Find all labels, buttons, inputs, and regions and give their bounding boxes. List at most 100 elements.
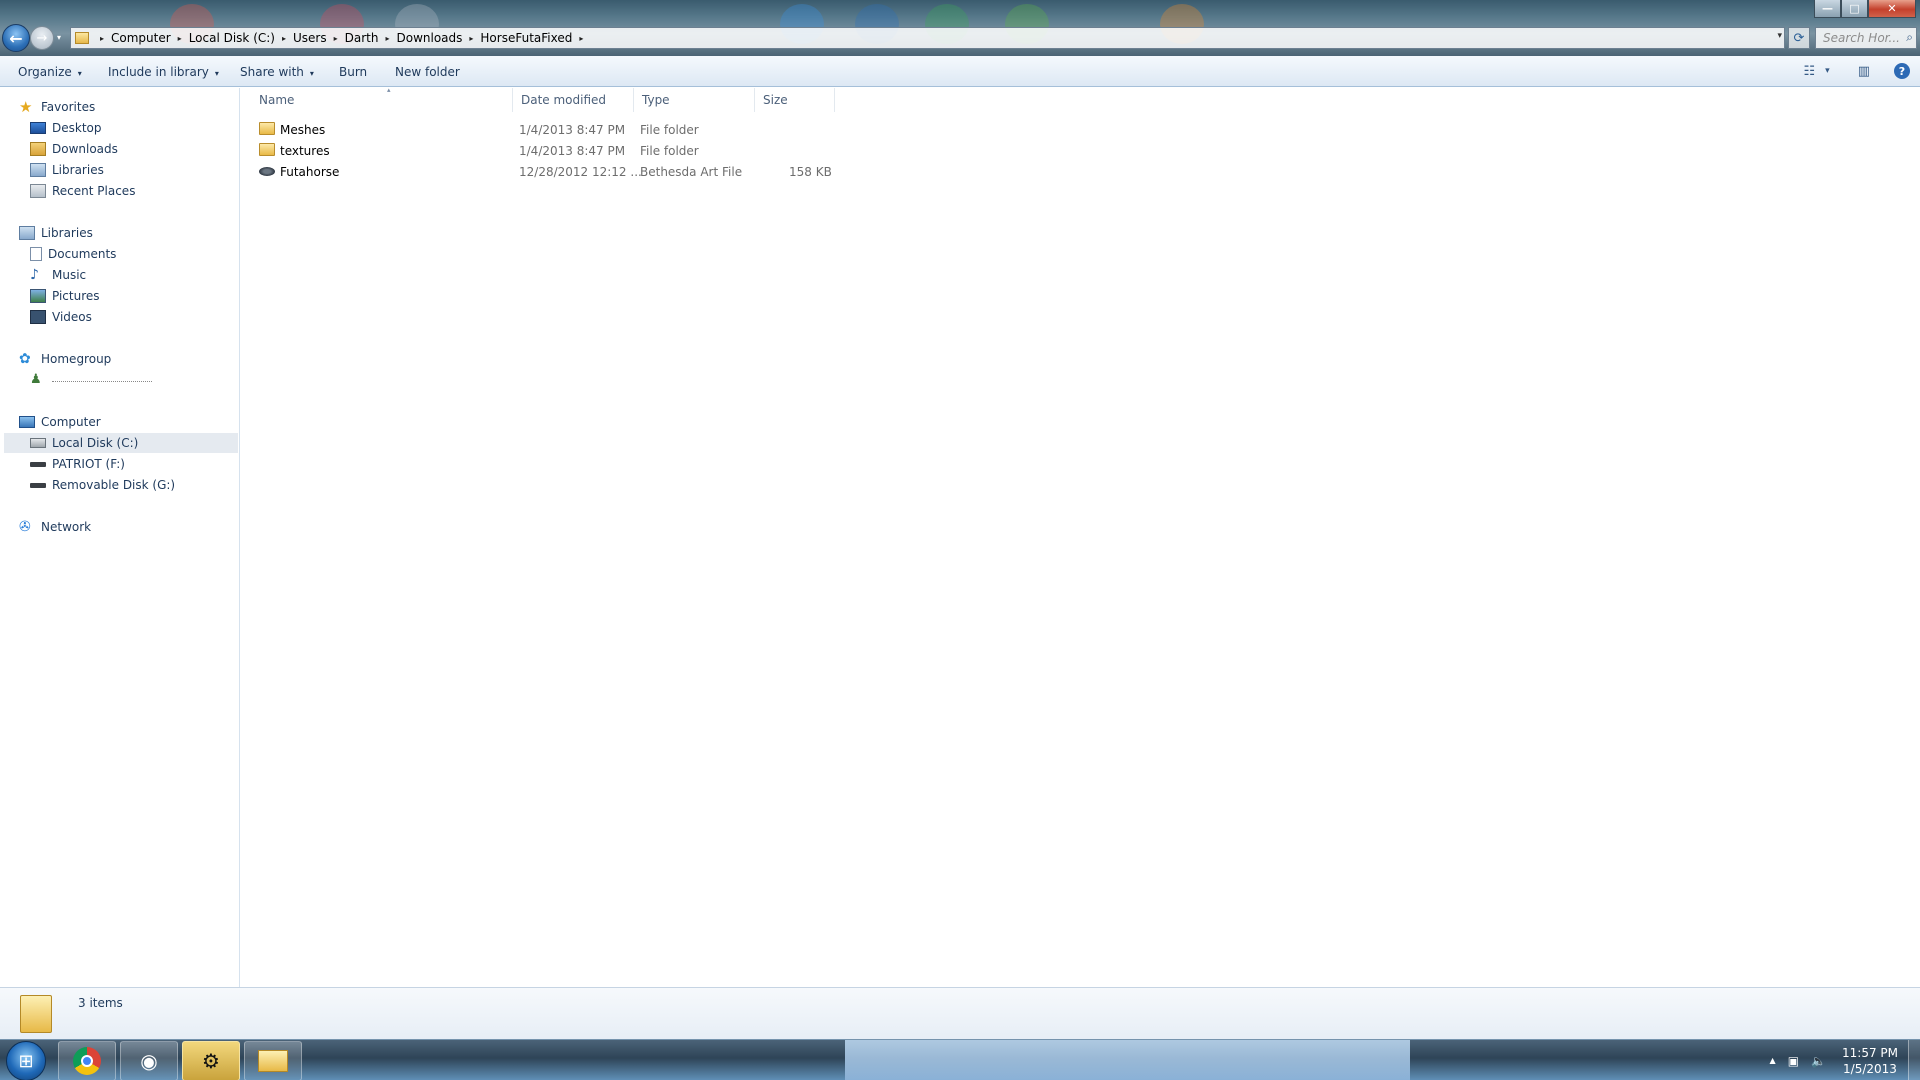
change-view-icon[interactable]: ☷ — [1804, 64, 1816, 79]
clock[interactable]: 11:57 PM 1/5/2013 — [1842, 1045, 1898, 1077]
network-icon: ✇ — [19, 519, 31, 535]
maximize-button[interactable]: □ — [1841, 0, 1868, 18]
nav-downloads[interactable]: Downloads — [30, 139, 118, 159]
new-folder-button[interactable]: New folder — [395, 65, 460, 79]
nif-file-icon — [259, 167, 275, 176]
hard-drive-icon — [30, 438, 46, 448]
show-desktop-button[interactable] — [1908, 1040, 1920, 1080]
forward-button[interactable]: → — [30, 26, 54, 50]
back-button[interactable]: ← — [2, 24, 30, 52]
help-icon[interactable]: ? — [1894, 63, 1910, 79]
chrome-icon — [73, 1047, 101, 1075]
taskbar-steam[interactable]: ⚙ — [182, 1041, 240, 1080]
search-placeholder: Search Hor... — [1823, 31, 1900, 45]
redacted-username — [52, 381, 152, 385]
file-type: File folder — [640, 123, 699, 137]
taskbar: ⊞ ◉ ⚙ ▲ ▣ 🔈 11:57 PM 1/5/2013 — [0, 1039, 1920, 1080]
downloads-folder-icon — [30, 142, 46, 156]
clock-date: 1/5/2013 — [1843, 1061, 1897, 1076]
steam-icon: ⚙ — [202, 1049, 220, 1073]
pictures-icon — [30, 289, 46, 303]
user-icon: ♟ — [30, 372, 42, 387]
search-input[interactable]: Search Hor... ⌕ — [1815, 27, 1917, 49]
nav-music[interactable]: ♪ Music — [30, 265, 86, 285]
share-with-button[interactable]: Share with ▾ — [240, 65, 314, 79]
details-pane: 3 items — [0, 987, 1920, 1039]
preview-pane-icon[interactable]: ▥ — [1858, 64, 1870, 79]
address-history-dropdown[interactable]: ▾ — [1777, 31, 1782, 41]
taskbar-highlight — [845, 1040, 1410, 1080]
homegroup-icon: ✿ — [19, 351, 31, 367]
breadcrumb-local-disk[interactable]: Local Disk (C:) ▸ — [189, 31, 293, 45]
file-date-modified: 1/4/2013 8:47 PM — [519, 123, 626, 137]
breadcrumb-darth[interactable]: Darth ▸ — [345, 31, 397, 45]
burn-button[interactable]: Burn — [339, 65, 367, 79]
libraries-icon — [30, 163, 46, 177]
nav-favorites[interactable]: ★ Favorites — [19, 97, 95, 117]
file-row-textures[interactable]: textures 1/4/2013 8:47 PM File folder — [241, 140, 841, 160]
refresh-button[interactable]: ⟳ — [1788, 27, 1810, 49]
breadcrumb-users[interactable]: Users ▸ — [293, 31, 345, 45]
window-controls: — □ ✕ — [1814, 0, 1916, 18]
file-row-futahorse[interactable]: Futahorse 12/28/2012 12:12 ... Bethesda … — [241, 161, 841, 181]
nav-patriot-f[interactable]: PATRIOT (F:) — [30, 454, 125, 474]
nav-recent-places[interactable]: Recent Places — [30, 181, 135, 201]
windows-logo-icon: ⊞ — [18, 1050, 34, 1072]
explorer-folder-icon — [258, 1050, 288, 1072]
show-hidden-icons-arrow[interactable]: ▲ — [1770, 1056, 1776, 1065]
nav-network[interactable]: ✇ Network — [19, 517, 91, 537]
column-header-name[interactable]: Name ▴ — [251, 86, 513, 112]
include-in-library-button[interactable]: Include in library ▾ — [108, 65, 219, 79]
computer-icon — [19, 416, 35, 428]
folder-icon — [259, 122, 275, 135]
file-date-modified: 1/4/2013 8:47 PM — [519, 144, 626, 158]
file-size: 158 KB — [789, 165, 832, 179]
address-bar[interactable]: ▸ Computer ▸ Local Disk (C:) ▸ Users ▸ Dart… — [70, 27, 1785, 49]
nav-computer[interactable]: Computer — [19, 412, 101, 432]
nav-videos[interactable]: Videos — [30, 307, 92, 327]
volume-icon[interactable]: 🔈 — [1811, 1054, 1826, 1068]
file-type: File folder — [640, 144, 699, 158]
breadcrumb-root-arrow[interactable]: ▸ — [93, 34, 111, 43]
system-tray: ▲ ▣ 🔈 11:57 PM 1/5/2013 — [1770, 1040, 1920, 1080]
organize-button[interactable]: Organize ▾ — [18, 65, 82, 79]
nav-homegroup[interactable]: ✿ Homegroup — [19, 349, 111, 369]
file-name: textures — [280, 144, 330, 158]
column-header-date-modified[interactable]: Date modified — [513, 88, 634, 112]
star-icon: ★ — [19, 98, 33, 116]
breadcrumb-computer[interactable]: Computer ▸ — [111, 31, 189, 45]
taskbar-chrome[interactable] — [58, 1041, 116, 1080]
search-icon[interactable]: ⌕ — [1906, 30, 1913, 45]
breadcrumb-horsefutafixed[interactable]: HorseFutaFixed ▸ — [480, 31, 590, 45]
sort-ascending-icon: ▴ — [387, 86, 391, 94]
minimize-button[interactable]: — — [1814, 0, 1841, 18]
file-row-meshes[interactable]: Meshes 1/4/2013 8:47 PM File folder — [241, 119, 841, 139]
recent-places-icon — [30, 184, 46, 198]
view-options-dropdown[interactable]: ▾ — [1825, 66, 1830, 76]
clock-time: 11:57 PM — [1842, 1045, 1898, 1060]
view-controls: ☷ ▾ ▥ ? — [1804, 61, 1910, 81]
network-tray-icon[interactable]: ▣ — [1788, 1054, 1799, 1068]
nav-libraries[interactable]: Libraries — [19, 223, 93, 243]
file-name: Meshes — [280, 123, 326, 137]
nav-desktop[interactable]: Desktop — [30, 118, 102, 138]
column-header-size[interactable]: Size — [755, 88, 835, 112]
breadcrumb-downloads[interactable]: Downloads ▸ — [396, 31, 480, 45]
nav-local-disk-c[interactable]: Local Disk (C:) — [4, 433, 238, 453]
nav-homegroup-user[interactable]: ♟ — [30, 370, 152, 390]
start-button[interactable]: ⊞ — [6, 1041, 46, 1080]
column-header-type[interactable]: Type — [634, 88, 755, 112]
nav-favorites-libraries[interactable]: Libraries — [30, 160, 104, 180]
nav-documents[interactable]: Documents — [30, 244, 116, 264]
close-button[interactable]: ✕ — [1868, 0, 1916, 18]
file-date-modified: 12/28/2012 12:12 ... — [519, 165, 642, 179]
navigation-pane: ★ Favorites Desktop Downloads Libraries R… — [0, 88, 240, 987]
nav-pictures[interactable]: Pictures — [30, 286, 100, 306]
recent-pages-dropdown[interactable]: ▾ — [57, 33, 61, 42]
taskbar-windows-explorer[interactable] — [244, 1041, 302, 1080]
taskbar-app[interactable]: ◉ — [120, 1041, 178, 1080]
command-bar: Organize ▾ Include in library ▾ Share with… — [0, 56, 1920, 87]
nav-removable-disk-g[interactable]: Removable Disk (G:) — [30, 475, 175, 495]
file-list: Name ▴ Date modified Type Size Meshes 1/… — [241, 86, 1920, 987]
documents-icon — [30, 247, 42, 261]
